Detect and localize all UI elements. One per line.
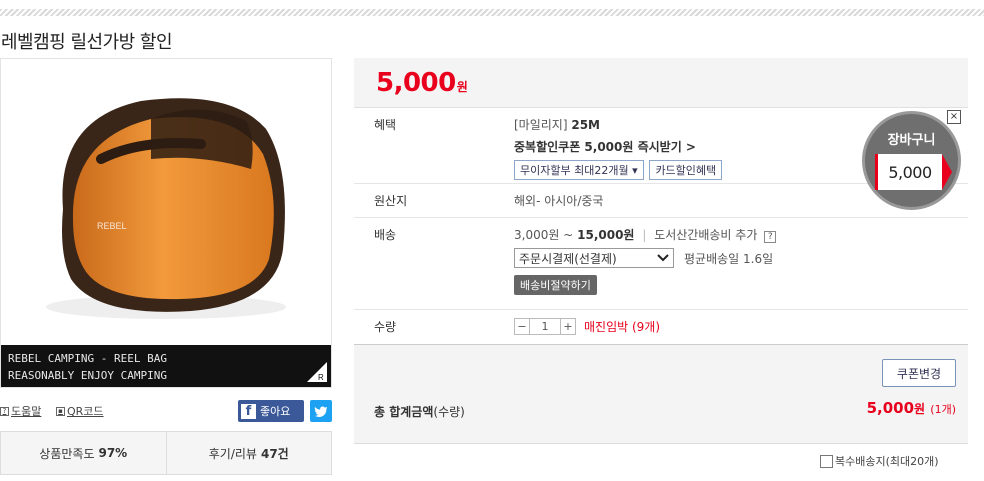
delivery-row: 배송 3,000원 ~ 15,000원 | 도서산간배송비 추가 ? 주문시결제… xyxy=(354,218,968,310)
review-stat[interactable]: 후기/리뷰 47건 xyxy=(165,432,332,474)
delivery-fee-from: 3,000원 xyxy=(514,228,560,242)
product-tools: ? 도움말 ▪ QR코드 f 좋아요 xyxy=(0,400,332,422)
brand-logo-icon: R xyxy=(307,362,327,382)
review-value: 47건 xyxy=(260,446,289,461)
installment-label: 무이자할부 최대22개월 xyxy=(520,164,629,177)
delivery-fee-tilde: ~ xyxy=(563,228,574,242)
twitter-share-button[interactable] xyxy=(310,400,332,422)
total-amount-value: 5,000 xyxy=(866,399,915,417)
total-amount-unit: 원 xyxy=(914,402,926,416)
origin-value: 해외- 아시아/중국 xyxy=(514,194,604,208)
total-label-bold: 총 합계금액 xyxy=(374,405,434,419)
product-stats: 상품만족도 97% 후기/리뷰 47건 xyxy=(0,431,332,475)
cart-bubble[interactable]: 장바구니 5,000 xyxy=(862,111,961,210)
quantity-minus-button[interactable]: − xyxy=(514,318,530,335)
quantity-plus-button[interactable]: + xyxy=(560,318,576,335)
price-amount: 5,000 xyxy=(376,68,456,98)
satisfaction-label: 상품만족도 xyxy=(39,446,95,461)
image-caption: REBEL CAMPING - REEL BAG REASONABLY ENJO… xyxy=(1,345,331,387)
qr-label: QR코드 xyxy=(67,405,104,418)
price-unit: 원 xyxy=(456,80,468,94)
product-image[interactable]: REBEL REBEL CAMPING - REEL BAG REASONABL… xyxy=(0,58,332,388)
card-discount-button[interactable]: 카드할인혜택 xyxy=(649,160,723,180)
satisfaction-value: 97% xyxy=(98,446,128,460)
product-title: 레벨캠핑 릴선가방 할인 xyxy=(1,32,173,53)
sale-price: 5,000원 xyxy=(376,68,468,98)
total-label: 총 합계금액(수량) xyxy=(374,403,465,420)
total-box: 쿠폰변경 총 합계금액(수량) 5,000원 (1개) xyxy=(354,344,968,444)
qr-icon: ▪ xyxy=(56,406,65,416)
total-count: (1개) xyxy=(930,403,956,416)
delivery-method-value: 주문시결제(선결제) xyxy=(519,251,617,266)
total-label-rest: (수량) xyxy=(433,405,465,419)
delivery-values: 3,000원 ~ 15,000원 | 도서산간배송비 추가 ? 주문시결제(선결… xyxy=(514,226,777,295)
coupon-download-link[interactable]: 중복할인쿠폰 5,000원 즉시받기 > xyxy=(514,138,724,155)
delivery-separator: | xyxy=(642,228,647,242)
delivery-save-button[interactable]: 배송비절약하기 xyxy=(514,275,597,295)
twitter-icon xyxy=(314,406,327,418)
question-icon[interactable]: ? xyxy=(764,231,777,243)
multi-address-checkbox[interactable]: 복수배송지(최대20개) xyxy=(820,453,939,469)
satisfaction-stat[interactable]: 상품만족도 97% xyxy=(1,432,166,474)
dropdown-arrow-icon: ▾ xyxy=(628,164,638,177)
total-amount: 5,000원 (1개) xyxy=(867,399,956,417)
header-stripe xyxy=(0,9,984,16)
multi-address-label: 복수배송지(최대20개) xyxy=(835,455,939,468)
quantity-stepper: − 1 + xyxy=(514,318,576,335)
installment-button[interactable]: 무이자할부 최대22개월 ▾ xyxy=(514,160,644,180)
coupon-change-button[interactable]: 쿠폰변경 xyxy=(882,359,956,387)
delivery-extra-fee: 도서산간배송비 추가 xyxy=(654,228,758,242)
quantity-label: 수량 xyxy=(374,320,397,334)
facebook-like-button[interactable]: f 좋아요 xyxy=(238,400,304,422)
help-label: 도움말 xyxy=(11,405,42,418)
like-label: 좋아요 xyxy=(260,405,291,418)
benefit-label: 혜택 xyxy=(374,118,397,132)
origin-label: 원산지 xyxy=(374,194,408,208)
reel-bag-illustration: REBEL xyxy=(46,98,286,319)
chevron-down-icon xyxy=(657,254,669,262)
stock-warning: 매진임박 (9개) xyxy=(584,320,661,334)
qr-link[interactable]: ▪ QR코드 xyxy=(56,403,104,419)
cart-label: 장바구니 xyxy=(887,133,936,148)
caption-line-2: REASONABLY ENJOY CAMPING xyxy=(8,369,167,382)
facebook-icon: f xyxy=(241,403,256,419)
quantity-values: − 1 + 매진임박 (9개) xyxy=(514,318,660,335)
benefit-values: [마일리지] 25M 중복할인쿠폰 5,000원 즉시받기 > 무이자할부 최대… xyxy=(514,116,724,180)
delivery-label: 배송 xyxy=(374,228,397,242)
delivery-fee-to: 15,000원 xyxy=(577,228,635,242)
checkbox-icon[interactable] xyxy=(820,454,833,468)
quantity-row: 수량 − 1 + 매진임박 (9개) xyxy=(354,310,968,344)
quantity-input[interactable]: 1 xyxy=(530,318,560,335)
avg-delivery-days: 평균배송일 1.6일 xyxy=(684,251,774,266)
cart-price: 5,000 xyxy=(875,154,942,190)
close-icon[interactable]: × xyxy=(947,110,961,124)
mileage-value: 25M xyxy=(571,118,600,132)
help-link[interactable]: ? 도움말 xyxy=(0,403,41,419)
review-label: 후기/리뷰 xyxy=(208,446,257,461)
help-icon: ? xyxy=(0,406,9,416)
caption-line-1: REBEL CAMPING - REEL BAG xyxy=(8,352,167,365)
svg-text:R: R xyxy=(318,373,324,382)
delivery-method-select[interactable]: 주문시결제(선결제) xyxy=(514,248,674,268)
cart-tip-shape xyxy=(942,154,952,190)
price-box: 5,000원 xyxy=(354,58,968,108)
svg-text:REBEL: REBEL xyxy=(97,221,127,231)
mileage-label: [마일리지] xyxy=(514,118,568,132)
